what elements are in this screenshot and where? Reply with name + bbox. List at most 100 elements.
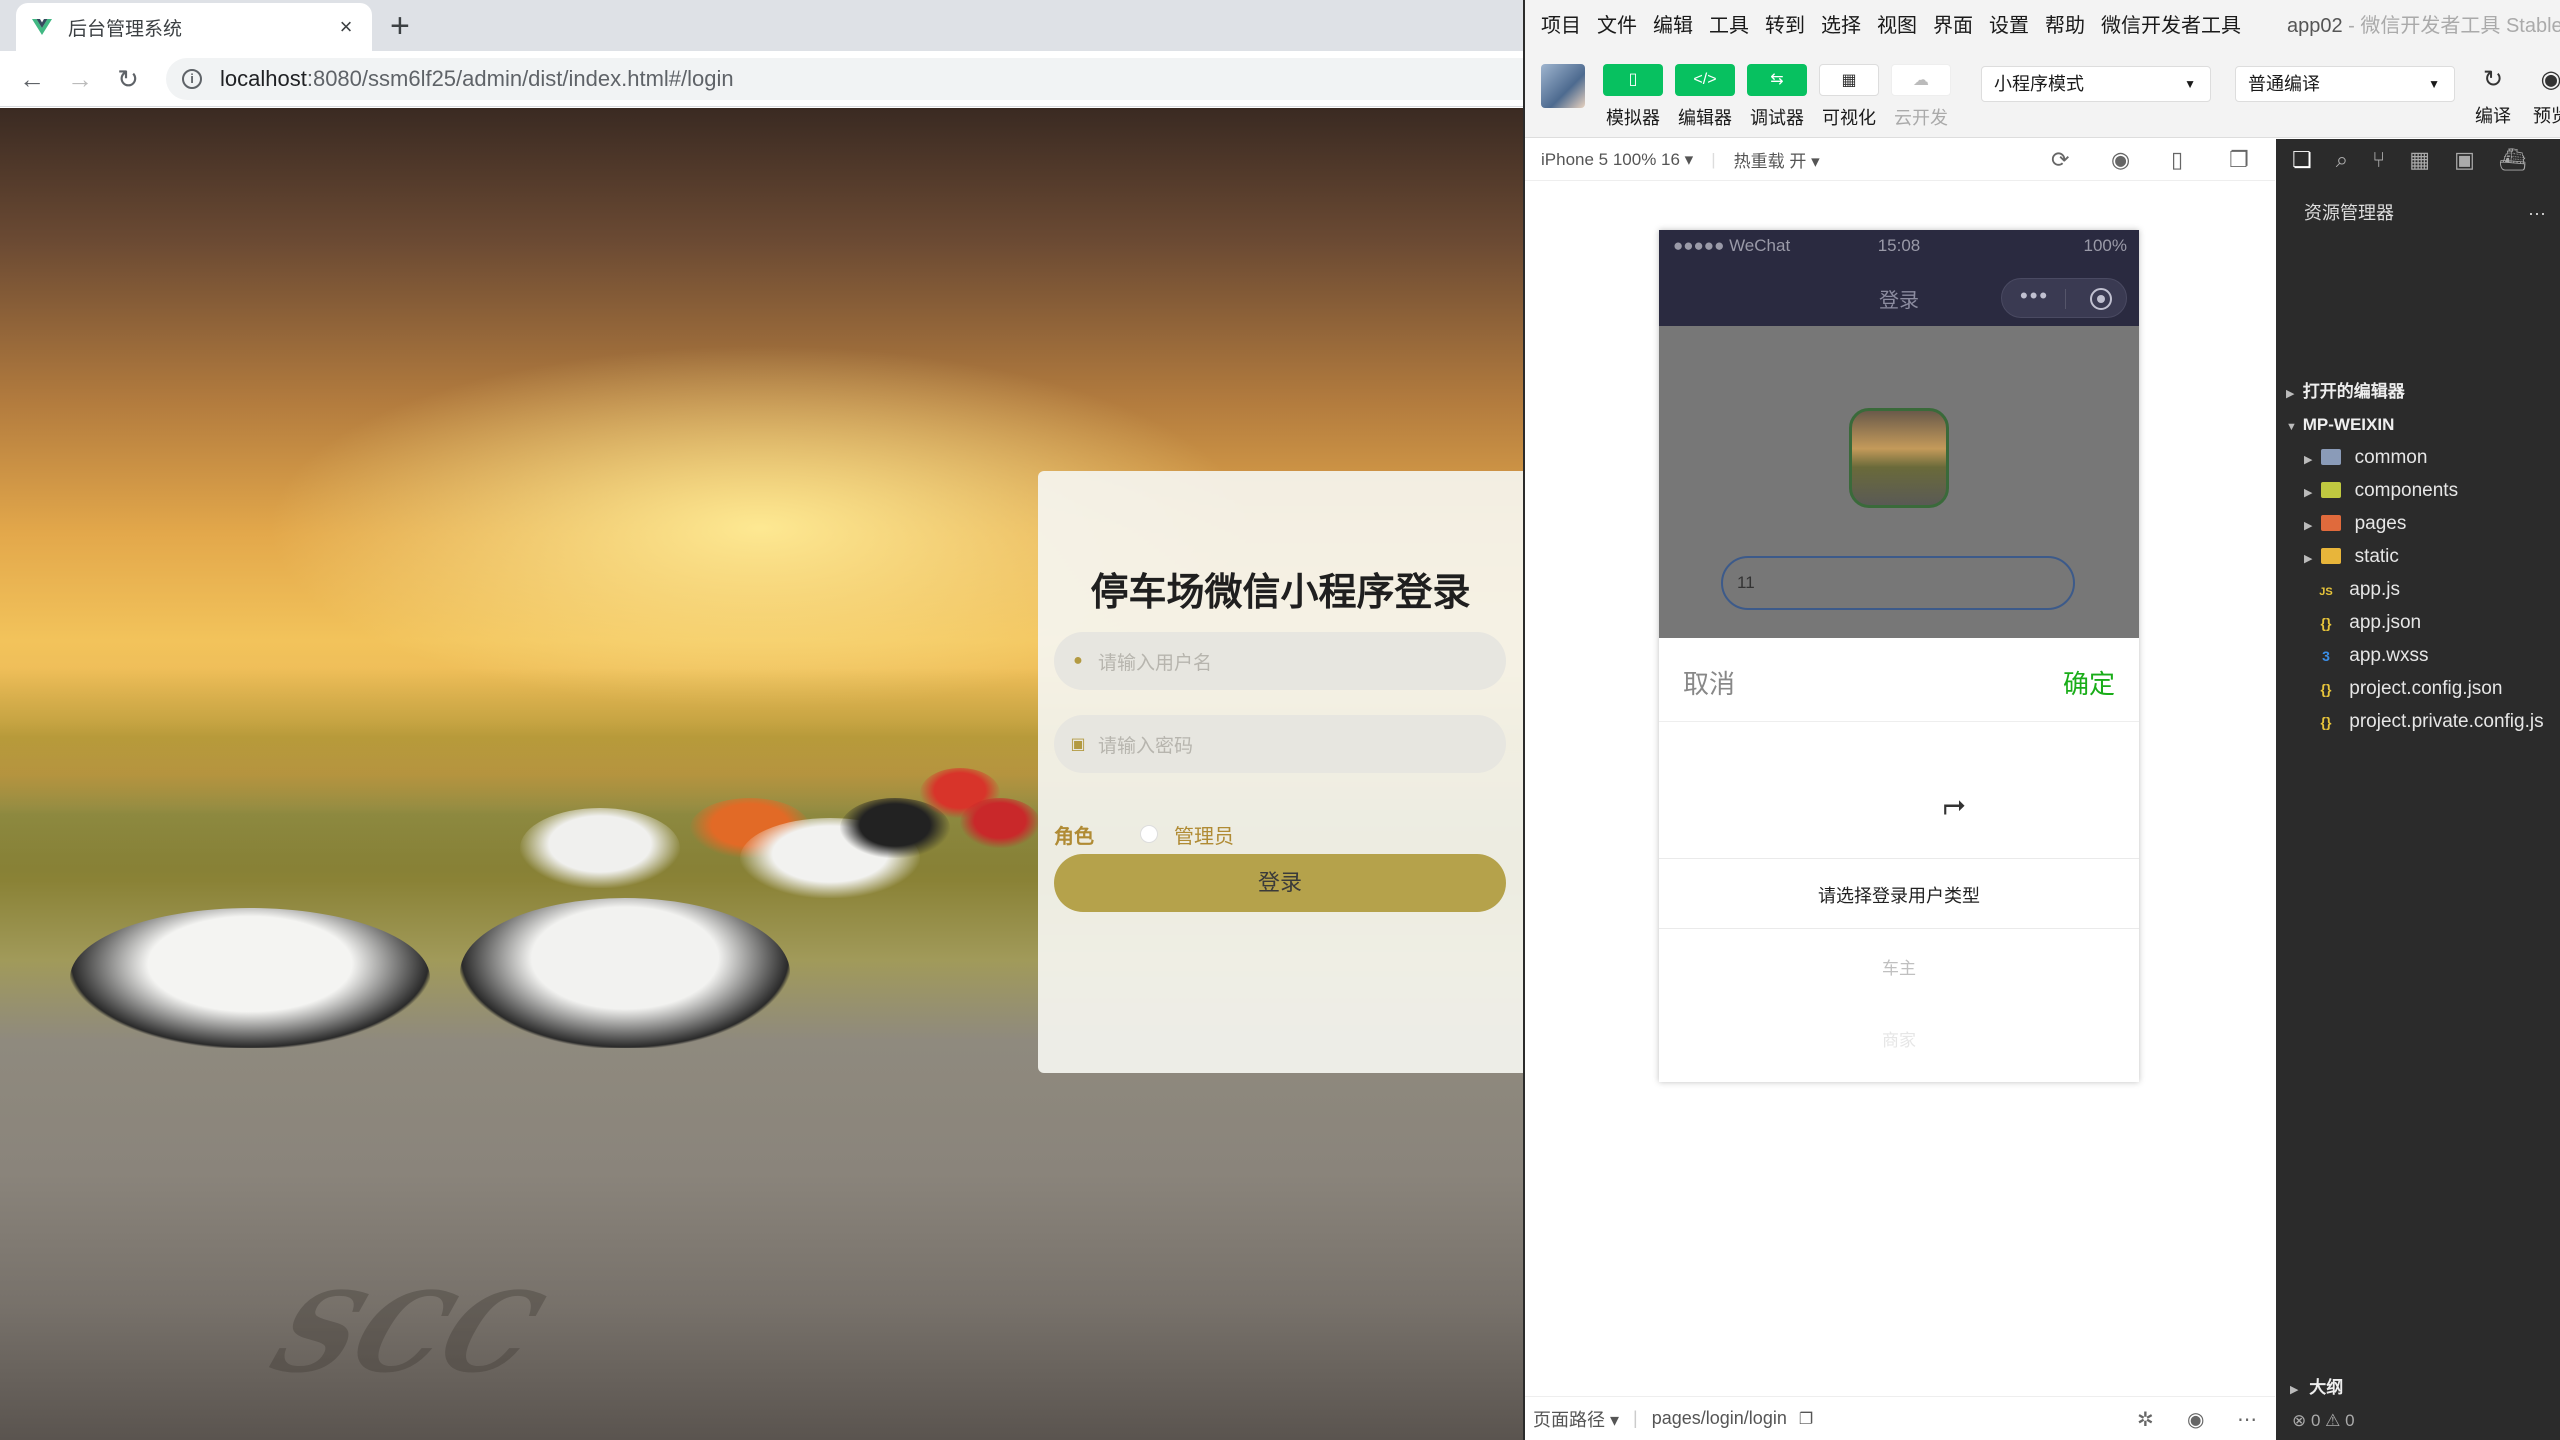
- new-tab-button[interactable]: +: [390, 6, 410, 46]
- menu-item-goto[interactable]: 转到: [1765, 9, 1805, 38]
- tree-item-app-js[interactable]: JS app.js: [2276, 573, 2560, 606]
- menu-item-project[interactable]: 项目: [1541, 9, 1581, 38]
- compile-select[interactable]: 普通编译 ▼: [2235, 66, 2455, 102]
- rotate-icon[interactable]: ⟳: [2051, 147, 2069, 173]
- browser-toolbar: ← → ↻ i localhost:8080/ssm6lf25/admin/di…: [0, 51, 1523, 107]
- chevron-right-icon: ▶: [2304, 487, 2313, 499]
- preview-button[interactable]: ◉ 预览: [2531, 64, 2560, 128]
- outline-section[interactable]: ▶ 大纲: [2276, 1372, 2560, 1404]
- password-input[interactable]: ▣ 请输入密码: [1054, 715, 1506, 773]
- search-icon[interactable]: ⌕: [2336, 147, 2348, 173]
- simulator-label: 模拟器: [1606, 108, 1660, 128]
- car-image: [960, 798, 1040, 848]
- tree-item-pages[interactable]: ▶ pages: [2276, 507, 2560, 540]
- wechat-devtools-window: 项目 文件 编辑 工具 转到 选择 视图 界面 设置 帮助 微信开发者工具 ap…: [1523, 0, 2560, 1440]
- more-icon[interactable]: •••: [2020, 283, 2049, 309]
- eye-icon[interactable]: ◉: [2187, 1407, 2204, 1432]
- tree-item-app-json[interactable]: {} app.json: [2276, 606, 2560, 639]
- simulator-bar: iPhone 5 100% 16 ▾ | 热重载 开 ▾ ⟳ ◉ ▯ ❐: [1525, 139, 2275, 181]
- storage-icon[interactable]: ▣: [2454, 147, 2475, 173]
- mode-select[interactable]: 小程序模式 ▼: [1981, 66, 2211, 102]
- tree-item-project-config[interactable]: {} project.config.json: [2276, 672, 2560, 705]
- explorer-panel: ❏ ⌕ ⑂ ▦ ▣ ⛴ 资源管理器 ··· ▶ 打开的编辑器 ▼ MP-WEIX…: [2276, 139, 2560, 1440]
- app-subtitle: - 微信开发者工具 Stable 1.: [2348, 14, 2560, 37]
- role-option-admin[interactable]: 管理员: [1174, 820, 1234, 849]
- window-icon[interactable]: ❐: [2229, 147, 2249, 173]
- tree-item-label: app.json: [2349, 612, 2422, 633]
- menu-item-help[interactable]: 帮助: [2045, 9, 2085, 38]
- hot-reload-toggle[interactable]: 热重载 开 ▾: [1734, 147, 1820, 172]
- problems-counter[interactable]: ⊗ 0 ⚠ 0: [2276, 1405, 2560, 1437]
- menu-item-settings[interactable]: 设置: [1989, 9, 2029, 38]
- open-editors-section[interactable]: ▶ 打开的编辑器: [2276, 375, 2560, 408]
- picker-cancel-button[interactable]: 取消: [1683, 664, 1735, 701]
- picker-selected-option[interactable]: 请选择登录用户类型: [1659, 882, 2139, 908]
- simulator-toggle[interactable]: ▯ 模拟器: [1601, 64, 1665, 130]
- login-button[interactable]: 登录: [1054, 854, 1506, 912]
- extensions-icon[interactable]: ▦: [2409, 147, 2430, 173]
- menu-item-select[interactable]: 选择: [1821, 9, 1861, 38]
- files-icon[interactable]: ❏: [2292, 147, 2312, 173]
- role-radio[interactable]: [1140, 825, 1158, 843]
- avatar[interactable]: [1541, 64, 1585, 108]
- address-bar[interactable]: i localhost:8080/ssm6lf25/admin/dist/ind…: [166, 58, 1523, 100]
- chevron-right-icon: ▶: [2304, 553, 2313, 565]
- page-path-select[interactable]: 页面路径 ▾: [1533, 1406, 1619, 1432]
- picker-option-owner[interactable]: 车主: [1659, 954, 2139, 979]
- editor-toggle[interactable]: </> 编辑器: [1673, 64, 1737, 130]
- menu-item-file[interactable]: 文件: [1597, 9, 1637, 38]
- picker-confirm-button[interactable]: 确定: [2063, 664, 2115, 701]
- visual-toggle[interactable]: ▦ 可视化: [1817, 64, 1881, 130]
- url-path: :8080/ssm6lf25/admin/dist/index.html#/lo…: [306, 66, 734, 91]
- back-arrow-icon[interactable]: ←: [12, 59, 52, 99]
- tree-item-label: app.wxss: [2349, 645, 2429, 666]
- debugger-toggle[interactable]: ⇆ 调试器: [1745, 64, 1809, 130]
- cloud-dev-toggle[interactable]: ☁ 云开发: [1889, 64, 1953, 130]
- copy-icon[interactable]: ❐: [1799, 1409, 1813, 1429]
- js-file-icon: JS: [2319, 586, 2333, 598]
- picker-option-merchant[interactable]: 商家: [1659, 1026, 2139, 1051]
- git-branch-icon[interactable]: ⑂: [2372, 147, 2385, 173]
- bug-icon[interactable]: ✲: [2137, 1407, 2154, 1432]
- project-section[interactable]: ▼ MP-WEIXIN: [2276, 408, 2560, 441]
- explorer-title-text: 资源管理器: [2304, 203, 2394, 223]
- username-input[interactable]: ● 请输入用户名: [1054, 632, 1506, 690]
- chevron-right-icon: ▶: [2290, 1384, 2299, 1396]
- info-icon[interactable]: i: [182, 69, 202, 89]
- simulator-area: ●●●●● WeChat 15:08 100% 登录 ••• 11 取消 确定 …: [1525, 182, 2275, 1396]
- menu-item-edit[interactable]: 编辑: [1653, 9, 1693, 38]
- stop-icon[interactable]: ◉: [2111, 147, 2130, 173]
- tree-item-static[interactable]: ▶ static: [2276, 540, 2560, 573]
- more-icon[interactable]: ⋯: [2237, 1407, 2257, 1432]
- tree-item-project-private-config[interactable]: {} project.private.config.js: [2276, 705, 2560, 738]
- user-icon: ●: [1073, 652, 1083, 669]
- phone-username-input[interactable]: 11: [1721, 556, 2075, 610]
- login-card: 停车场微信小程序登录 ● 请输入用户名 ▣ 请输入密码 角色 管理员 登录: [1038, 471, 1523, 1073]
- page-path: pages/login/login: [1651, 1408, 1787, 1428]
- menu-item-interface[interactable]: 界面: [1933, 9, 1973, 38]
- chevron-down-icon: ▼: [2428, 77, 2440, 91]
- forward-arrow-icon[interactable]: →: [60, 59, 100, 99]
- menu-item-devtools[interactable]: 微信开发者工具: [2101, 9, 2241, 38]
- devtools-toolbar: ▯ 模拟器 </> 编辑器 ⇆ 调试器 ▦ 可视化 ☁ 云开发 小程序模式 ▼ …: [1525, 46, 2560, 138]
- tree-item-app-wxss[interactable]: 3 app.wxss: [2276, 639, 2560, 672]
- close-capsule-icon[interactable]: [2090, 288, 2112, 310]
- outline-label: 大纲: [2309, 1378, 2344, 1397]
- docker-icon[interactable]: ⛴: [2499, 147, 2527, 173]
- menu-item-view[interactable]: 视图: [1877, 9, 1917, 38]
- page-viewport: SCC 停车场微信小程序登录 ● 请输入用户名 ▣ 请输入密码 角色 管理员 登…: [0, 108, 1523, 1440]
- status-time: 15:08: [1877, 236, 1921, 255]
- tree-item-common[interactable]: ▶ common: [2276, 441, 2560, 474]
- phone-icon[interactable]: ▯: [2171, 147, 2183, 173]
- reload-icon[interactable]: ↻: [108, 59, 148, 99]
- compile-button[interactable]: ↻ 编译: [2473, 64, 2513, 128]
- menu-item-tools[interactable]: 工具: [1709, 9, 1749, 38]
- close-icon[interactable]: ×: [334, 14, 358, 40]
- app-name: app02: [2287, 14, 2343, 37]
- project-label: MP-WEIXIN: [2302, 415, 2395, 434]
- browser-tab[interactable]: 后台管理系统 ×: [16, 3, 372, 51]
- tree-item-components[interactable]: ▶ components: [2276, 474, 2560, 507]
- mini-program-capsule[interactable]: •••: [2001, 278, 2127, 318]
- device-select[interactable]: iPhone 5 100% 16 ▾: [1541, 150, 1693, 170]
- more-icon[interactable]: ···: [2528, 195, 2546, 231]
